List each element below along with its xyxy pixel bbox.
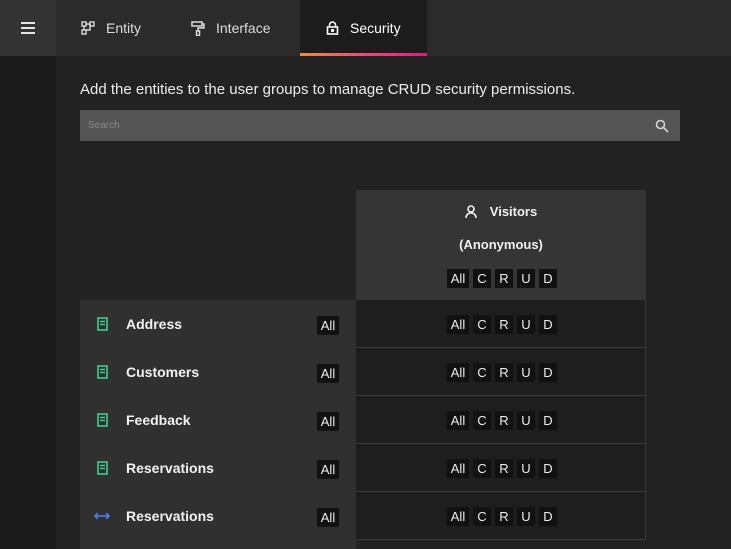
user-group-header: Visitors (Anonymous) All C R U D bbox=[356, 190, 646, 300]
update-toggle[interactable]: U bbox=[517, 315, 535, 334]
entity-row-reservations-relation: Reservations All bbox=[80, 492, 356, 540]
all-toggle[interactable]: All bbox=[447, 363, 469, 382]
entity-name: Reservations bbox=[126, 508, 214, 524]
tab-interface-label: Interface bbox=[216, 20, 271, 36]
tab-entity[interactable]: Entity bbox=[80, 0, 141, 56]
table-icon bbox=[94, 460, 110, 476]
search-bar bbox=[80, 110, 680, 141]
tab-entity-label: Entity bbox=[106, 20, 142, 36]
entity-row-address: Address All bbox=[80, 300, 356, 348]
entity-all-toggle[interactable]: All bbox=[317, 316, 339, 335]
all-toggle[interactable]: All bbox=[447, 411, 469, 430]
tab-security-label: Security bbox=[350, 20, 401, 36]
table-icon bbox=[94, 316, 110, 332]
all-toggle[interactable]: All bbox=[447, 459, 469, 478]
read-toggle[interactable]: R bbox=[495, 315, 513, 334]
left-rail bbox=[0, 0, 56, 549]
permission-row: All C R U D bbox=[356, 444, 646, 492]
update-toggle[interactable]: U bbox=[517, 363, 535, 382]
delete-toggle[interactable]: D bbox=[539, 315, 557, 334]
tab-interface[interactable]: Interface bbox=[190, 0, 270, 56]
hamburger-menu-icon bbox=[21, 22, 35, 34]
delete-toggle[interactable]: D bbox=[539, 459, 557, 478]
group-crud-controls: All C R U D bbox=[447, 269, 557, 288]
group-all-toggle[interactable]: All bbox=[447, 269, 469, 288]
crud-controls: All C R U D bbox=[447, 411, 557, 430]
entity-diagram-icon bbox=[80, 20, 96, 36]
tab-security[interactable]: Security bbox=[300, 0, 427, 56]
delete-toggle[interactable]: D bbox=[539, 411, 557, 430]
read-toggle[interactable]: R bbox=[495, 459, 513, 478]
delete-toggle[interactable]: D bbox=[539, 507, 557, 526]
entity-all-toggle[interactable]: All bbox=[317, 508, 339, 527]
entity-all-toggle[interactable]: All bbox=[317, 412, 339, 431]
entity-list: Address All Customers All Feedback All R… bbox=[80, 300, 356, 549]
permission-column-visitors: All C R U D All C R U D All C R U D All … bbox=[356, 300, 646, 549]
create-toggle[interactable]: C bbox=[473, 315, 491, 334]
group-delete-toggle[interactable]: D bbox=[539, 269, 557, 288]
entity-row-feedback: Feedback All bbox=[80, 396, 356, 444]
create-toggle[interactable]: C bbox=[473, 363, 491, 382]
crud-controls: All C R U D bbox=[447, 507, 557, 526]
group-update-toggle[interactable]: U bbox=[517, 269, 535, 288]
entity-all-toggle[interactable]: All bbox=[317, 364, 339, 383]
crud-controls: All C R U D bbox=[447, 459, 557, 478]
create-toggle[interactable]: C bbox=[473, 459, 491, 478]
create-toggle[interactable]: C bbox=[473, 411, 491, 430]
search-icon[interactable] bbox=[655, 119, 669, 133]
entity-name: Customers bbox=[126, 364, 200, 380]
all-toggle[interactable]: All bbox=[447, 315, 469, 334]
lock-icon bbox=[324, 20, 340, 36]
permission-row: All C R U D bbox=[356, 396, 646, 444]
user-group-subtitle: (Anonymous) bbox=[459, 237, 543, 252]
entity-row-customers: Customers All bbox=[80, 348, 356, 396]
user-icon bbox=[464, 204, 479, 219]
entity-all-toggle[interactable]: All bbox=[317, 460, 339, 479]
delete-toggle[interactable]: D bbox=[539, 363, 557, 382]
permission-row: All C R U D bbox=[356, 492, 646, 540]
entity-name: Feedback bbox=[126, 412, 191, 428]
menu-button[interactable] bbox=[0, 0, 56, 56]
entity-name: Reservations bbox=[126, 460, 214, 476]
all-toggle[interactable]: All bbox=[447, 507, 469, 526]
create-toggle[interactable]: C bbox=[473, 507, 491, 526]
user-group-name: Visitors bbox=[489, 204, 538, 219]
group-read-toggle[interactable]: R bbox=[495, 269, 513, 288]
app-window: Entity Interface Security Add the entiti… bbox=[0, 0, 731, 549]
permission-row: All C R U D bbox=[356, 348, 646, 396]
table-icon bbox=[94, 364, 110, 380]
crud-controls: All C R U D bbox=[447, 315, 557, 334]
read-toggle[interactable]: R bbox=[495, 363, 513, 382]
tab-bar: Entity Interface Security bbox=[56, 0, 731, 56]
update-toggle[interactable]: U bbox=[517, 507, 535, 526]
table-icon bbox=[94, 412, 110, 428]
search-input[interactable] bbox=[80, 110, 640, 141]
read-toggle[interactable]: R bbox=[495, 507, 513, 526]
entity-name: Address bbox=[126, 316, 183, 332]
page-description: Add the entities to the user groups to m… bbox=[80, 81, 576, 98]
active-tab-indicator bbox=[300, 53, 427, 56]
permission-row: All C R U D bbox=[356, 300, 646, 348]
user-group-title: Visitors bbox=[356, 204, 646, 219]
update-toggle[interactable]: U bbox=[517, 459, 535, 478]
read-toggle[interactable]: R bbox=[495, 411, 513, 430]
paint-roller-icon bbox=[190, 20, 206, 36]
relation-icon bbox=[94, 508, 110, 524]
update-toggle[interactable]: U bbox=[517, 411, 535, 430]
group-create-toggle[interactable]: C bbox=[473, 269, 491, 288]
crud-controls: All C R U D bbox=[447, 363, 557, 382]
entity-row-reservations: Reservations All bbox=[80, 444, 356, 492]
